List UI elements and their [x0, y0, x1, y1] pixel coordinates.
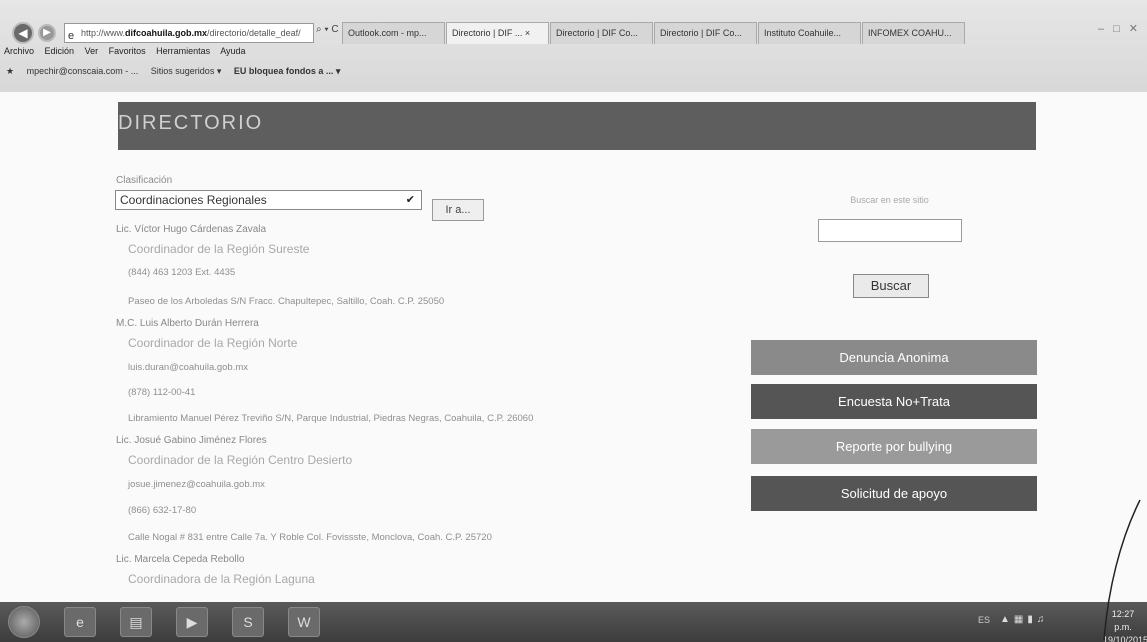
clock-date: 19/10/2015 — [1103, 635, 1147, 642]
chevron-down-icon: ✔ — [405, 194, 415, 206]
clasificacion-label: Clasificación — [116, 175, 173, 186]
address-controls[interactable]: ⌕ ▾ C — [316, 24, 339, 35]
ie-icon: e — [68, 30, 75, 42]
entry-address: Libramiento Manuel Pérez Treviño S/N, Pa… — [128, 413, 534, 424]
favorites-star-icon: ★ — [6, 66, 15, 76]
media-player-icon[interactable]: ▶ — [176, 607, 208, 637]
language-indicator[interactable]: ES — [978, 615, 990, 625]
entry-name: Lic. Josué Gabino Jiménez Flores — [116, 435, 267, 446]
tab-directorio-2[interactable]: Directorio | DIF Co... — [550, 22, 653, 44]
entry-email: josue.jimenez@coahuila.gob.mx — [128, 479, 265, 490]
entry-name: Lic. Marcela Cepeda Rebollo — [116, 554, 245, 565]
menu-archivo[interactable]: Archivo — [4, 46, 34, 56]
url-path: /directorio/detalle_deaf/ — [207, 28, 301, 38]
entry-role: Coordinador de la Región Norte — [128, 336, 298, 350]
menu-edicion[interactable]: Edición — [45, 46, 75, 56]
window-controls[interactable]: – □ ✕ — [1098, 22, 1141, 35]
search-label: Buscar en este sitio — [850, 195, 929, 205]
go-button[interactable]: Ir a... — [432, 199, 484, 221]
entry-name: Lic. Víctor Hugo Cárdenas Zavala — [116, 224, 267, 235]
encuesta-no-trata-button[interactable]: Encuesta No+Trata — [751, 384, 1037, 419]
solicitud-apoyo-button[interactable]: Solicitud de apoyo — [751, 476, 1037, 511]
forward-arrow-icon: ▶ — [43, 27, 51, 38]
favorite-mpechir[interactable]: mpechir@conscaia.com - ... — [27, 66, 139, 76]
page-title: DIRECTORIO — [118, 112, 264, 134]
clasificacion-select[interactable]: Coordinaciones Regionales ✔ — [115, 190, 422, 210]
favorites-bar: ★ mpechir@conscaia.com - ... Sitios suge… — [0, 62, 1147, 82]
entry-phone: (878) 112-00-41 — [128, 387, 196, 398]
folder-icon[interactable]: ▤ — [120, 607, 152, 637]
search-input[interactable] — [818, 219, 962, 242]
start-button[interactable] — [8, 606, 40, 638]
entry-phone: (844) 463 1203 Ext. 4435 — [128, 267, 236, 278]
page-content: DIRECTORIO Clasificación Coordinaciones … — [0, 92, 1147, 602]
back-button[interactable]: ◀ — [12, 22, 34, 44]
tab-instituto[interactable]: Instituto Coahuile... — [758, 22, 861, 44]
entry-name: M.C. Luis Alberto Durán Herrera — [116, 318, 259, 329]
menu-herramientas[interactable]: Herramientas — [156, 46, 210, 56]
ie-icon[interactable]: e — [64, 607, 96, 637]
reporte-bullying-button[interactable]: Reporte por bullying — [751, 429, 1037, 464]
tab-infomex[interactable]: INFOMEX COAHU... — [862, 22, 965, 44]
entry-email: luis.duran@coahuila.gob.mx — [128, 362, 249, 373]
entry-role: Coordinador de la Región Sureste — [128, 242, 310, 256]
search-button[interactable]: Buscar — [853, 274, 929, 298]
navigation-bar: ◀ ▶ e http://www.difcoahuila.gob.mx/direc… — [0, 14, 1147, 44]
clock-time: 12:27 p.m. — [1111, 609, 1135, 632]
system-tray-icons[interactable]: ▲▦▮♫ — [1000, 614, 1048, 625]
entry-role: Coordinador de la Región Centro Desierto — [128, 453, 353, 467]
directorio-banner: DIRECTORIO — [118, 102, 1036, 150]
address-bar[interactable]: e http://www.difcoahuila.gob.mx/directori… — [64, 23, 314, 43]
taskbar: e ▤ ▶ S W ES ▲▦▮♫ 12:27 p.m. 19/10/2015 — [0, 602, 1147, 642]
clock[interactable]: 12:27 p.m. 19/10/2015 — [1103, 608, 1147, 642]
skype-icon[interactable]: S — [232, 607, 264, 637]
back-arrow-icon: ◀ — [18, 26, 28, 40]
url-prefix: http://www. — [81, 28, 126, 38]
select-value: Coordinaciones Regionales — [120, 193, 267, 207]
menu-ayuda[interactable]: Ayuda — [220, 46, 245, 56]
entry-role: Coordinadora de la Región Laguna — [128, 572, 315, 586]
denuncia-anonima-button[interactable]: Denuncia Anonima — [751, 340, 1037, 375]
tab-directorio-active[interactable]: Directorio | DIF ... × — [446, 22, 549, 44]
url-host: difcoahuila.gob.mx — [125, 28, 208, 38]
favorite-sitios-sugeridos[interactable]: Sitios sugeridos ▾ — [151, 66, 222, 76]
favorite-eu-bloquea[interactable]: EU bloquea fondos a ... ▾ — [234, 66, 341, 76]
menu-bar: Archivo Edición Ver Favoritos Herramient… — [0, 46, 1147, 62]
menu-favoritos[interactable]: Favoritos — [109, 46, 146, 56]
tab-directorio-3[interactable]: Directorio | DIF Co... — [654, 22, 757, 44]
entry-address: Paseo de los Arboledas S/N Fracc. Chapul… — [128, 296, 445, 307]
entry-address: Calle Nogal # 831 entre Calle 7a. Y Robl… — [128, 532, 492, 543]
menu-ver[interactable]: Ver — [85, 46, 99, 56]
forward-button[interactable]: ▶ — [38, 24, 56, 42]
tab-outlook[interactable]: Outlook.com - mp... — [342, 22, 445, 44]
entry-phone: (866) 632-17-80 — [128, 505, 197, 516]
word-icon[interactable]: W — [288, 607, 320, 637]
browser-chrome: ◀ ▶ e http://www.difcoahuila.gob.mx/direc… — [0, 0, 1147, 92]
